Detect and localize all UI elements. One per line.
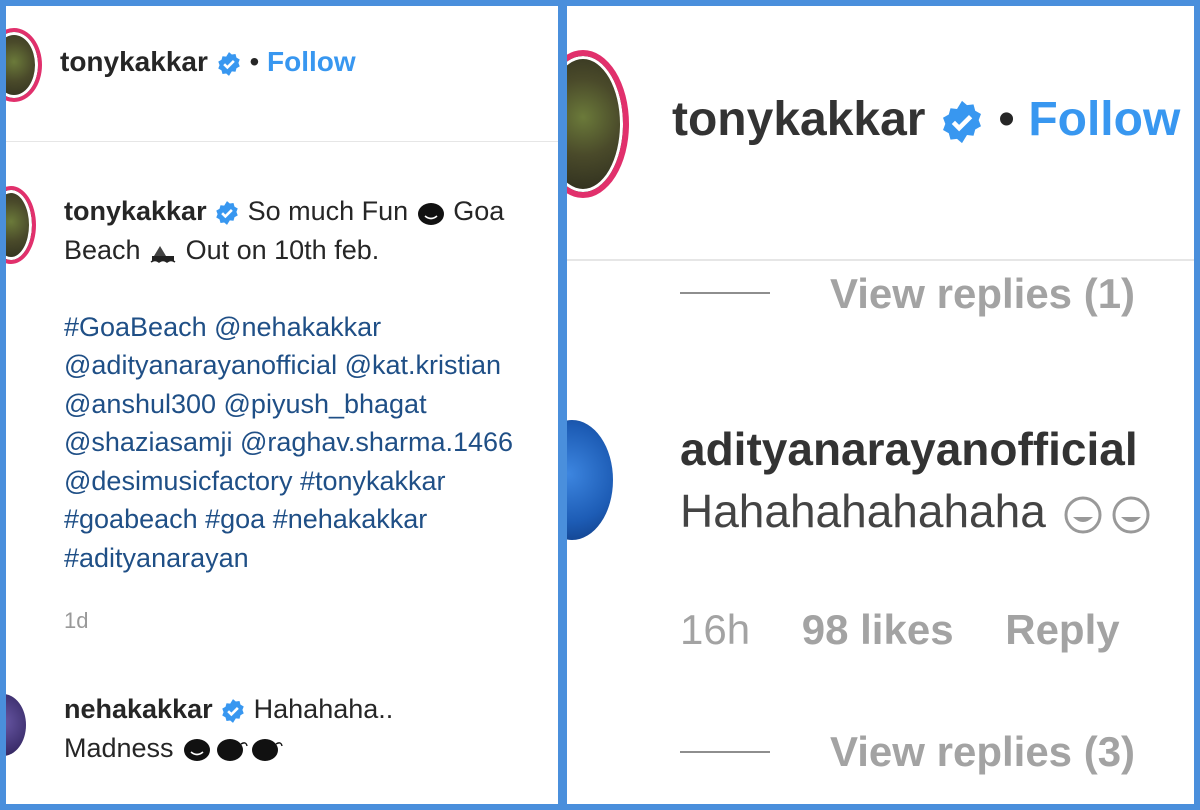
replies-line (680, 292, 770, 294)
verified-badge-icon (942, 101, 981, 144)
hashtag-line[interactable]: #goabeach #goa #nehakakkar (64, 500, 513, 539)
hashtag-line[interactable]: @anshul300 @piyush_bhagat (64, 385, 513, 424)
left-screenshot-panel: tonykakkar • Follow tonykakkar So much F… (6, 6, 558, 804)
comment-neha: nehakakkar Hahahaha.. Madness (64, 690, 393, 767)
view-replies-2-button[interactable]: View replies (3) (830, 728, 1135, 776)
comment-line-2: Madness (64, 729, 393, 768)
header-separator: • (249, 46, 260, 77)
comment-text-2: Madness (64, 732, 174, 763)
comment-username[interactable]: adityanarayanofficial (680, 418, 1159, 480)
verified-badge-icon (216, 200, 238, 225)
caption-line-1: tonykakkar So much Fun Goa (64, 192, 513, 231)
hashtag-line[interactable]: @adityanarayanofficial @kat.kristian (64, 346, 513, 385)
comment-username[interactable]: nehakakkar (64, 694, 213, 724)
comment-aditya: adityanarayanofficial Hahahahahahaha (680, 418, 1159, 542)
header-divider (567, 259, 1194, 261)
caption-username[interactable]: tonykakkar (64, 196, 207, 226)
reply-button[interactable]: Reply (1005, 606, 1119, 653)
hashtag-line[interactable]: @shaziasamji @raghav.sharma.1466 (64, 423, 513, 462)
hashtag-line[interactable]: #GoaBeach @nehakakkar (64, 308, 513, 347)
comment-time[interactable]: 16h (680, 606, 750, 653)
comment-meta: 16h 98 likes Reply (680, 606, 1120, 654)
verified-badge-icon (217, 51, 240, 76)
header-username[interactable]: tonykakkar (60, 46, 208, 77)
caption-text-tail: Goa (453, 196, 505, 226)
comment-text: Hahahaha.. (253, 694, 394, 724)
post-header: tonykakkar • Follow (60, 46, 356, 78)
caption: tonykakkar So much Fun Goa Beach Out on … (64, 192, 513, 577)
beach-emoji-icon (150, 246, 176, 264)
caption-text-beach: Beach (64, 234, 141, 265)
tonykakkar-avatar[interactable] (567, 50, 629, 198)
follow-button[interactable]: Follow (1028, 93, 1180, 146)
tonykakkar-avatar[interactable] (6, 28, 42, 102)
laughing-emoji-icon (184, 739, 283, 762)
caption-text: So much Fun (247, 196, 409, 226)
smiley-emoji-icon (417, 202, 444, 225)
header-username[interactable]: tonykakkar (672, 93, 925, 146)
caption-text-release: Out on 10th feb. (185, 234, 380, 265)
comment-likes[interactable]: 98 likes (802, 606, 954, 653)
replies-line (680, 751, 770, 753)
cut-off-meta: ··· (64, 794, 86, 804)
laughing-tears-emoji-icon (1064, 496, 1150, 534)
hashtag-line[interactable]: #adityanarayan (64, 539, 513, 578)
caption-timestamp[interactable]: 1d (64, 608, 88, 634)
verified-badge-icon (222, 698, 244, 723)
comment-text: Hahahahahahaha (680, 485, 1046, 537)
post-header-zoomed: tonykakkar • Follow (672, 92, 1180, 147)
hashtag-line[interactable]: @desimusicfactory #tonykakkar (64, 462, 513, 501)
caption-avatar[interactable] (6, 186, 36, 264)
header-divider (6, 141, 558, 142)
nehakakkar-avatar[interactable] (6, 694, 26, 756)
view-replies-1-button[interactable]: View replies (1) (830, 270, 1135, 318)
caption-line-2: Beach Out on 10th feb. (64, 231, 513, 270)
adityanarayan-avatar[interactable] (567, 420, 613, 540)
right-screenshot-panel: tonykakkar • Follow View replies (1) adi… (567, 6, 1194, 804)
follow-button[interactable]: Follow (267, 46, 356, 77)
comment-line-1: nehakakkar Hahahaha.. (64, 690, 393, 729)
header-separator: • (998, 93, 1015, 146)
comment-text-line: Hahahahahahaha (680, 480, 1159, 542)
